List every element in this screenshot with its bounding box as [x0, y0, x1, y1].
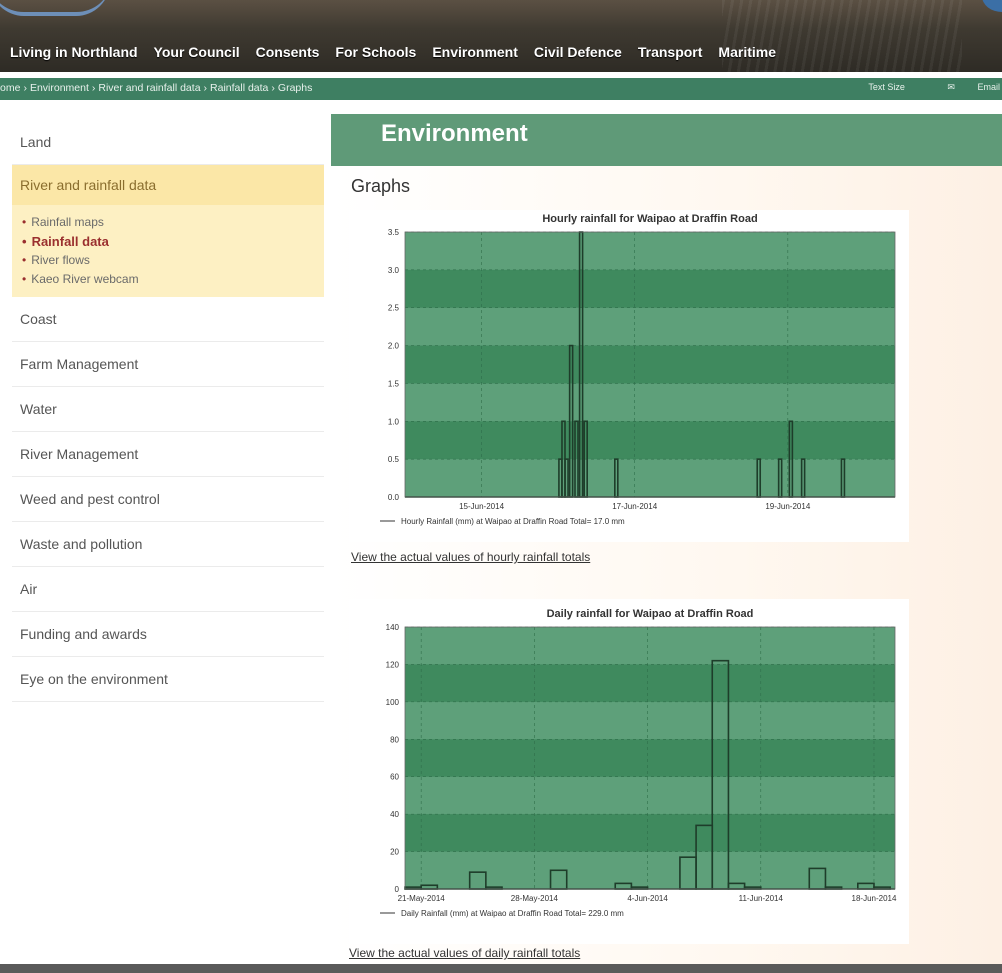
grid-band — [405, 851, 895, 889]
nav-item-transport[interactable]: Transport — [638, 44, 703, 60]
main-nav: Living in Northland Your Council Consent… — [0, 38, 782, 66]
nav-item-for-schools[interactable]: For Schools — [335, 44, 416, 60]
logo-arc — [0, 0, 110, 16]
site-header: Living in Northland Your Council Consent… — [0, 0, 1002, 72]
sidebar: Land River and rainfall data • Rainfall m… — [12, 120, 324, 702]
main-content: Environment Graphs Hourly rainfall for W… — [331, 114, 1002, 964]
legend-label: Daily Rainfall (mm) at Waipao at Draffin… — [401, 909, 624, 918]
y-tick-label: 0.5 — [388, 455, 400, 464]
breadcrumb-graphs: Graphs — [277, 82, 313, 94]
hourly-chart-box: Hourly rainfall for Waipao at Draffin Ro… — [349, 210, 909, 542]
breadcrumb-home[interactable]: ome — [0, 82, 20, 94]
page-title: Graphs — [351, 176, 411, 196]
sidebar-submenu: • Rainfall maps • Rainfall data • River flo… — [12, 205, 324, 297]
plot-area — [405, 627, 895, 889]
y-tick-label: 120 — [386, 660, 400, 669]
legend-label: Hourly Rainfall (mm) at Waipao at Draffi… — [401, 517, 625, 526]
y-tick-label: 100 — [386, 698, 400, 707]
sidebar-item-water[interactable]: Water — [12, 387, 324, 432]
sidebar-item-waste-pollution[interactable]: Waste and pollution — [12, 522, 324, 567]
daily-values-link[interactable]: View the actual values of daily rainfall… — [349, 946, 580, 960]
sidebar-item-funding-awards[interactable]: Funding and awards — [12, 612, 324, 657]
sidebar-item-coast[interactable]: Coast — [12, 297, 324, 342]
y-tick-label: 80 — [390, 735, 399, 744]
y-tick-label: 40 — [390, 810, 399, 819]
y-tick-label: 1.5 — [388, 379, 400, 388]
x-tick-label: 11-Jun-2014 — [739, 894, 784, 903]
grid-band — [405, 459, 895, 497]
grid-band — [405, 383, 895, 422]
sidebar-item-river-management[interactable]: River Management — [12, 432, 324, 477]
email-button[interactable]: ✉ Email — [927, 82, 1000, 92]
submenu-river-flows[interactable]: • River flows — [22, 251, 324, 270]
sidebar-item-air[interactable]: Air — [12, 567, 324, 612]
hourly-rainfall-chart: Hourly rainfall for Waipao at Draffin Ro… — [380, 213, 896, 526]
breadcrumb-rainfall-data[interactable]: Rainfall data — [210, 82, 268, 94]
y-tick-label: 2.5 — [388, 304, 400, 313]
x-tick-label: 15-Jun-2014 — [459, 502, 504, 511]
daily-chart-box: Daily rainfall for Waipao at Draffin Roa… — [349, 599, 909, 944]
sidebar-item-farm-management[interactable]: Farm Management — [12, 342, 324, 387]
submenu-rainfall-data[interactable]: • Rainfall data — [22, 232, 324, 251]
sidebar-item-river-rainfall: River and rainfall data • Rainfall maps •… — [12, 165, 324, 297]
y-tick-label: 3.5 — [388, 228, 400, 237]
nav-item-maritime[interactable]: Maritime — [718, 44, 776, 60]
nav-item-your-council[interactable]: Your Council — [154, 44, 240, 60]
breadcrumb: ome › Environment › River and rainfall data ›… — [0, 82, 313, 94]
page-tools: Text Size ✉ Email — [848, 82, 1000, 93]
y-tick-label: 140 — [386, 623, 400, 632]
hourly-values-link[interactable]: View the actual values of hourly rainfal… — [351, 550, 590, 564]
sidebar-item-weed-pest[interactable]: Weed and pest control — [12, 477, 324, 522]
x-tick-label: 18-Jun-2014 — [852, 894, 897, 903]
nav-item-consents[interactable]: Consents — [256, 44, 320, 60]
y-tick-label: 2.0 — [388, 342, 400, 351]
nav-item-environment[interactable]: Environment — [432, 44, 518, 60]
section-banner: Environment — [331, 114, 1002, 166]
chart-title: Daily rainfall for Waipao at Draffin Roa… — [547, 608, 754, 620]
footer-bar — [0, 964, 1002, 973]
x-tick-label: 17-Jun-2014 — [612, 502, 657, 511]
nav-item-civil-defence[interactable]: Civil Defence — [534, 44, 622, 60]
submenu-rainfall-maps[interactable]: • Rainfall maps — [22, 213, 324, 232]
x-tick-label: 21-May-2014 — [398, 894, 446, 903]
y-tick-label: 1.0 — [388, 417, 400, 426]
y-tick-label: 0 — [395, 885, 400, 894]
daily-rainfall-chart: Daily rainfall for Waipao at Draffin Roa… — [380, 608, 897, 918]
grid-band — [405, 307, 895, 346]
y-tick-label: 0.0 — [388, 493, 400, 502]
sidebar-active-label[interactable]: River and rainfall data — [12, 165, 324, 205]
chart-title: Hourly rainfall for Waipao at Draffin Ro… — [542, 213, 757, 225]
submenu-kaeo-webcam[interactable]: • Kaeo River webcam — [22, 270, 324, 289]
x-tick-label: 4-Jun-2014 — [627, 894, 668, 903]
corner-logo — [982, 0, 1002, 12]
sidebar-item-eye-on-environment[interactable]: Eye on the environment — [12, 657, 324, 702]
y-tick-label: 3.0 — [388, 266, 400, 275]
grid-band — [405, 776, 895, 815]
sidebar-item-land[interactable]: Land — [12, 120, 324, 165]
y-tick-label: 20 — [390, 848, 399, 857]
plot-area — [405, 232, 895, 497]
breadcrumb-environment[interactable]: Environment — [30, 82, 89, 94]
x-tick-label: 28-May-2014 — [511, 894, 559, 903]
breadcrumb-river-rainfall[interactable]: River and rainfall data — [98, 82, 200, 94]
x-tick-label: 19-Jun-2014 — [765, 502, 810, 511]
grid-band — [405, 627, 895, 665]
grid-band — [405, 232, 895, 270]
y-tick-label: 60 — [390, 773, 399, 782]
breadcrumb-bar: ome › Environment › River and rainfall data ›… — [0, 78, 1002, 100]
text-size-button[interactable]: Text Size — [868, 82, 905, 92]
grid-band — [405, 701, 895, 740]
email-icon: ✉ — [947, 82, 955, 92]
nav-item-living-in-northland[interactable]: Living in Northland — [10, 44, 138, 60]
section-title: Environment — [381, 120, 528, 147]
